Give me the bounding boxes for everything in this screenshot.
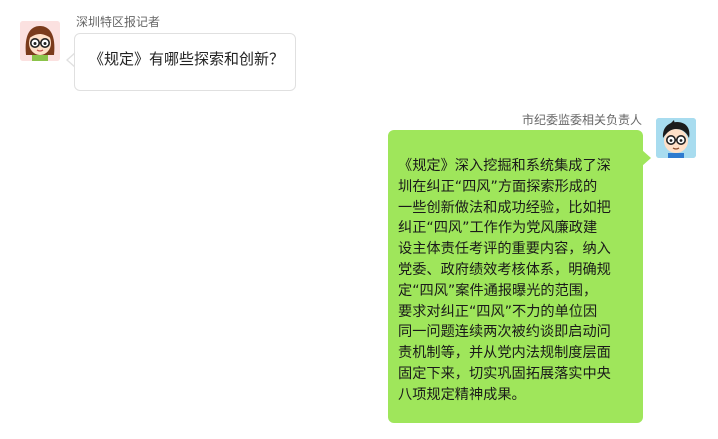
message-line: 同一问题连续两次被约谈即启动问 (398, 324, 611, 341)
sender-name: 深圳特区报记者 (76, 15, 161, 29)
cartoon-boy-with-glasses-icon (656, 118, 696, 158)
message-line: 要求对纠正“四风”不力的单位因 (398, 303, 598, 320)
message-bubble-answer: 《规定》深入挖掘和系统集成了深 圳在纠正“四风”方面探索形成的 一些创新做法和成… (388, 130, 643, 423)
bubble-tail (642, 150, 651, 166)
message-line: 一些创新做法和成功经验，比如把 (398, 199, 611, 216)
cartoon-girl-with-glasses-icon (20, 21, 60, 61)
message-line: 责机制等，并从党内法规制度层面 (398, 345, 611, 362)
message-line: 设主体责任考评的重要内容，纳入 (398, 241, 611, 258)
message-line: 纠正“四风”工作作为党风廉政建 (398, 220, 598, 237)
message-line: 党委、政府绩效考核体系，明确规 (398, 261, 611, 278)
sender-name: 市纪委监委相关负责人 (521, 113, 642, 127)
reporter-avatar[interactable] (20, 21, 60, 61)
message-line: 圳在纠正“四风”方面探索形成的 (398, 178, 598, 195)
message-bubble-question: 《规定》有哪些探索和创新？ (74, 33, 296, 91)
message-line: 八项规定精神成果。 (398, 386, 526, 403)
message-line: 固定下来，切实巩固拓展落实中央 (398, 365, 611, 382)
official-avatar[interactable] (656, 118, 696, 158)
message-line: 《规定》深入挖掘和系统集成了深 (398, 158, 611, 174)
message-line: 定“四风”案件通报曝光的范围， (398, 282, 598, 299)
message-text: 《规定》有哪些探索和创新？ (89, 50, 285, 68)
